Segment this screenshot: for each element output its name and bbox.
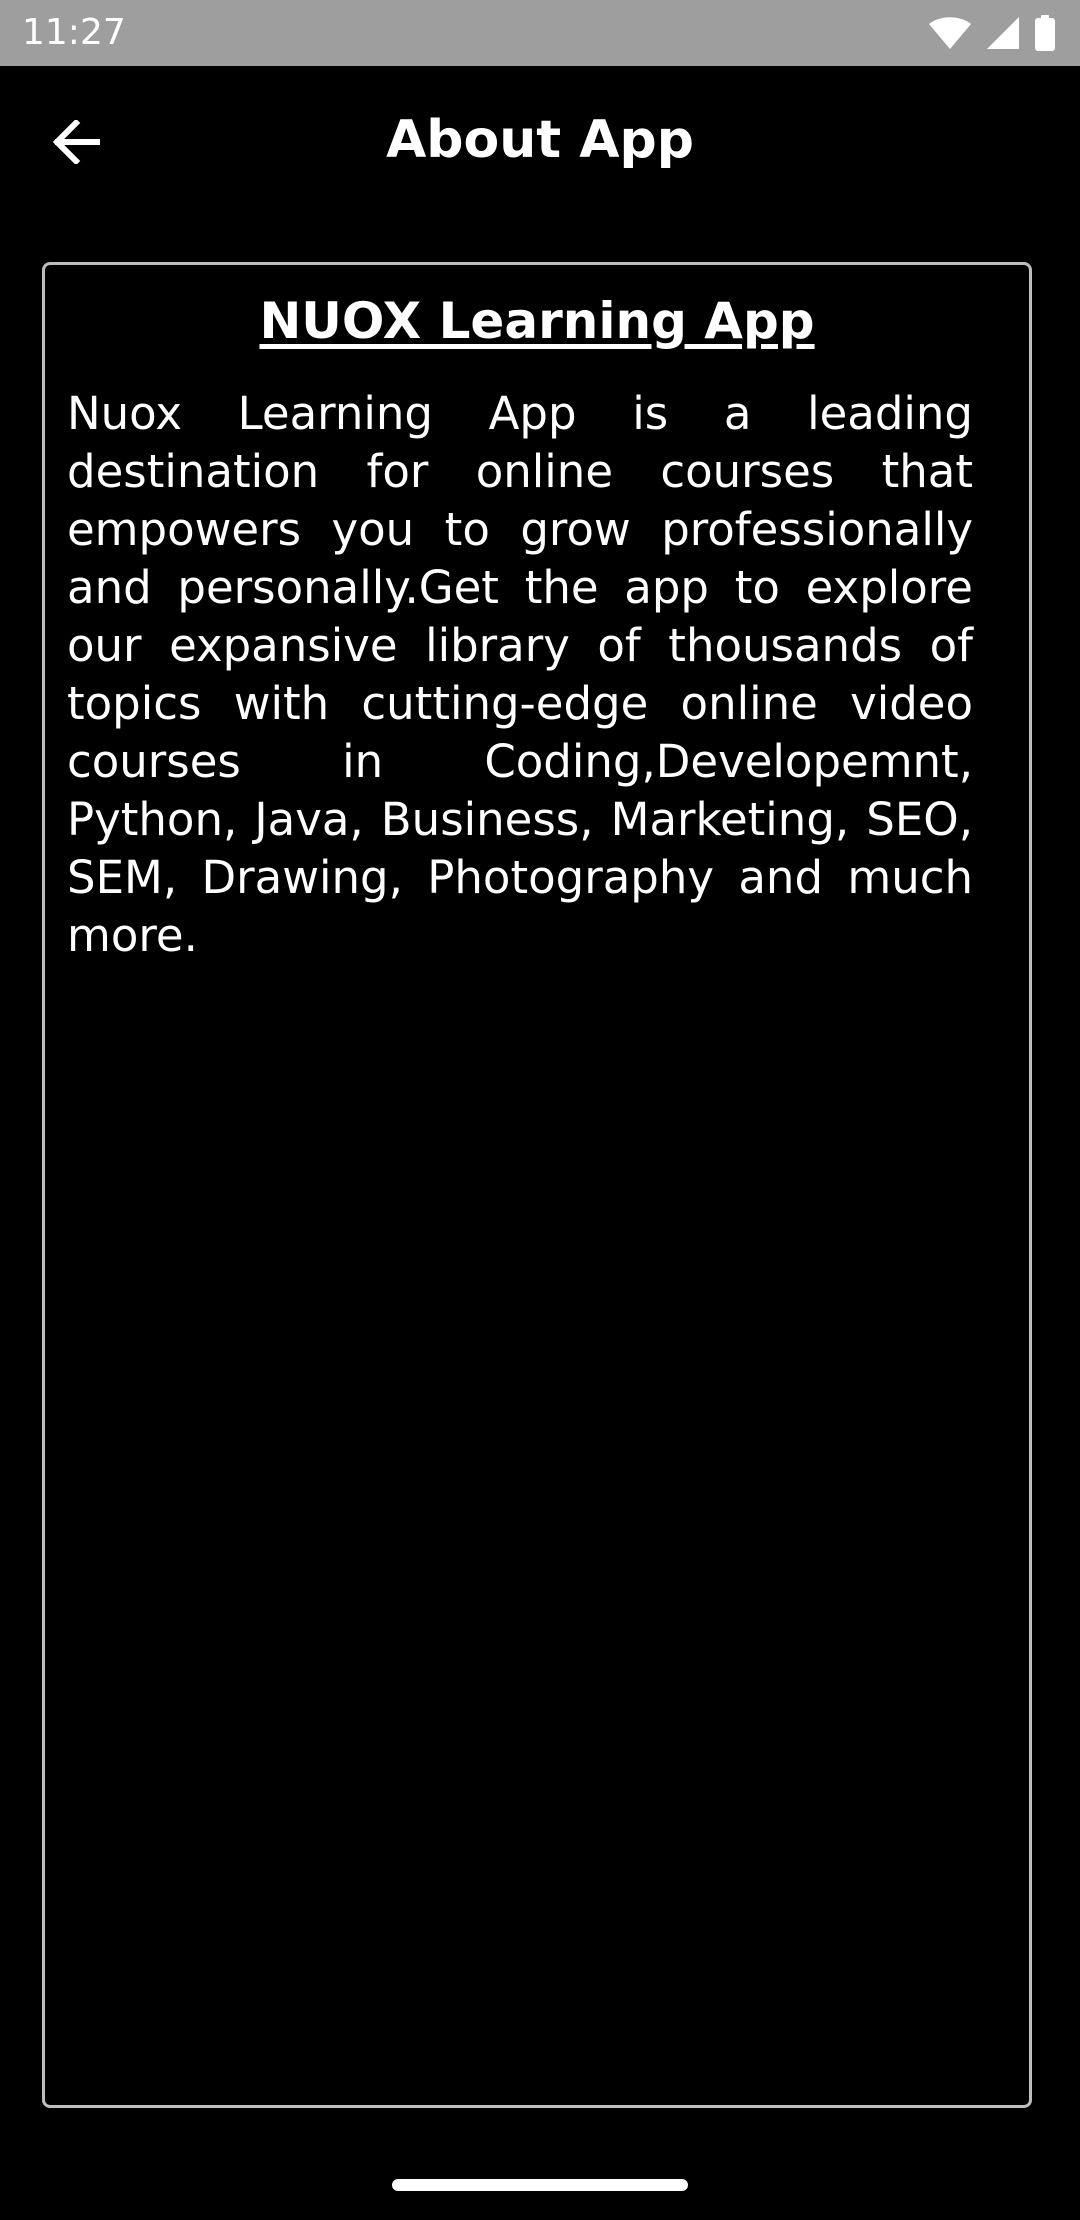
page-title: About App bbox=[386, 110, 694, 170]
card-body-text: Nuox Learning App is a leading destinati… bbox=[67, 387, 973, 962]
battery-icon bbox=[1034, 15, 1056, 51]
card-heading: NUOX Learning App bbox=[259, 292, 815, 350]
app-bar: About App bbox=[0, 66, 1080, 222]
wifi-icon bbox=[928, 16, 972, 50]
about-card: NUOX Learning App Nuox Learning App is a… bbox=[42, 262, 1032, 2108]
status-bar: 11:27 bbox=[0, 0, 1080, 66]
status-time: 11:27 bbox=[22, 12, 126, 53]
home-indicator[interactable] bbox=[392, 2179, 688, 2191]
status-icons bbox=[928, 14, 1056, 52]
cellular-signal-icon bbox=[986, 16, 1020, 50]
